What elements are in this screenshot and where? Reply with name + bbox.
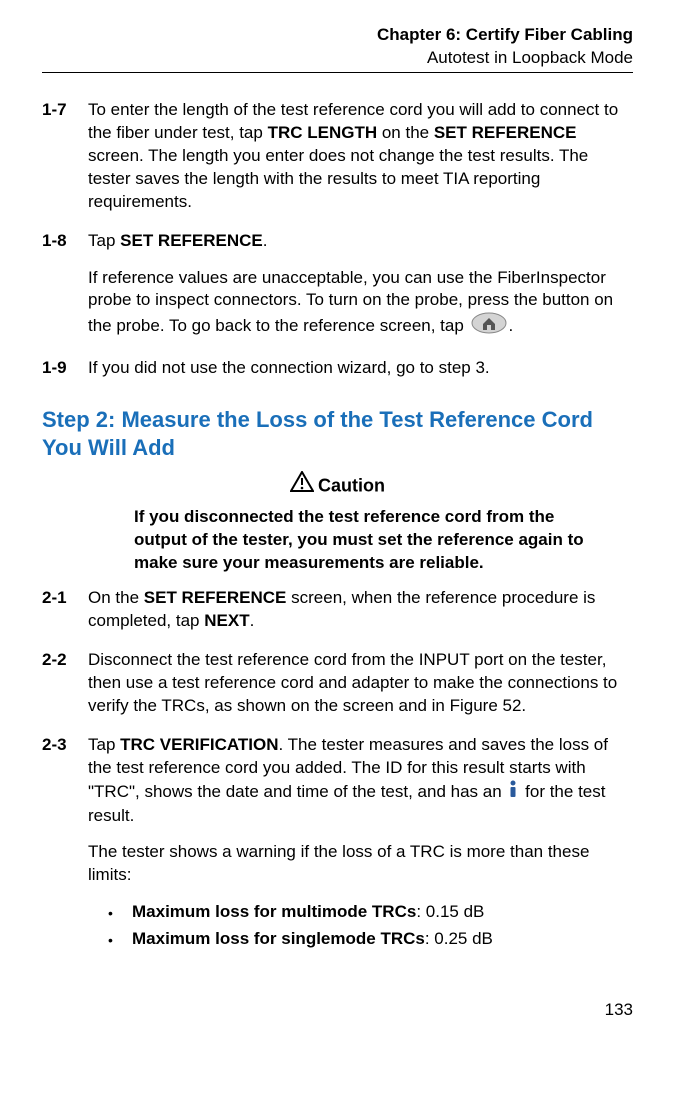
info-icon	[508, 780, 518, 805]
step-2-heading: Step 2: Measure the Loss of the Test Ref…	[42, 406, 633, 461]
step-1-9: 1-9 If you did not use the connection wi…	[42, 357, 633, 380]
step-number: 2-2	[42, 649, 88, 718]
step-number: 1-7	[42, 99, 88, 214]
step-text: If reference values are unacceptable, yo…	[88, 267, 633, 342]
limits-list: Maximum loss for multimode TRCs: 0.15 dB…	[108, 901, 633, 951]
page-header: Chapter 6: Certify Fiber Cabling Autotes…	[42, 24, 633, 73]
step-body: Tap SET REFERENCE. If reference values a…	[88, 230, 633, 342]
step-number: 2-1	[42, 587, 88, 633]
step-text: Tap TRC VERIFICATION. The tester measure…	[88, 734, 633, 828]
step-number: 1-8	[42, 230, 88, 342]
step-body: Tap TRC VERIFICATION. The tester measure…	[88, 734, 633, 956]
step-body: Disconnect the test reference cord from …	[88, 649, 633, 718]
step-text: On the SET REFERENCE screen, when the re…	[88, 587, 633, 633]
step-2-1: 2-1 On the SET REFERENCE screen, when th…	[42, 587, 633, 633]
step-text: Tap SET REFERENCE.	[88, 230, 633, 253]
chapter-title: Chapter 6: Certify Fiber Cabling	[42, 24, 633, 47]
list-item: Maximum loss for singlemode TRCs: 0.25 d…	[108, 928, 633, 951]
page-number: 133	[42, 999, 633, 1022]
step-text: To enter the length of the test referenc…	[88, 99, 633, 214]
step-2-2: 2-2 Disconnect the test reference cord f…	[42, 649, 633, 718]
step-1-8: 1-8 Tap SET REFERENCE. If reference valu…	[42, 230, 633, 342]
step-text: If you did not use the connection wizard…	[88, 357, 633, 380]
step-number: 2-3	[42, 734, 88, 956]
step-2-3: 2-3 Tap TRC VERIFICATION. The tester mea…	[42, 734, 633, 956]
step-number: 1-9	[42, 357, 88, 380]
list-item: Maximum loss for multimode TRCs: 0.15 dB	[108, 901, 633, 924]
section-title: Autotest in Loopback Mode	[42, 47, 633, 70]
step-1-7: 1-7 To enter the length of the test refe…	[42, 99, 633, 214]
caution-heading: Caution	[42, 471, 633, 500]
step-body: On the SET REFERENCE screen, when the re…	[88, 587, 633, 633]
step-body: If you did not use the connection wizard…	[88, 357, 633, 380]
step-text: The tester shows a warning if the loss o…	[88, 841, 633, 887]
caution-body: If you disconnected the test reference c…	[134, 506, 585, 575]
caution-icon	[290, 471, 314, 500]
caution-label: Caution	[318, 476, 385, 496]
step-body: To enter the length of the test referenc…	[88, 99, 633, 214]
step-text: Disconnect the test reference cord from …	[88, 649, 633, 718]
home-icon	[471, 312, 507, 341]
